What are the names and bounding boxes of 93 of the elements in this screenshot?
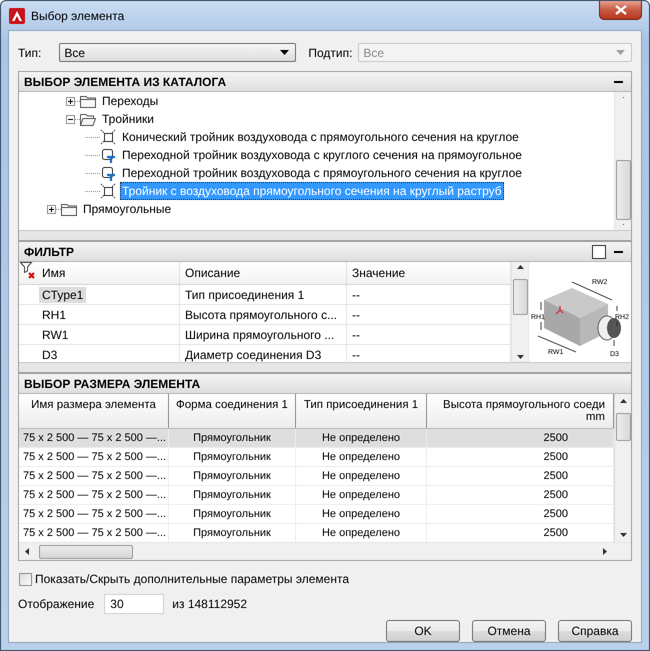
scroll-up-icon[interactable] <box>516 265 524 269</box>
splitter-handle[interactable] <box>19 362 631 372</box>
column-header[interactable]: Имя <box>19 262 180 284</box>
collapse-icon[interactable] <box>66 114 75 124</box>
column-header[interactable]: Форма соединения 1 <box>169 394 296 428</box>
scrollbar[interactable] <box>614 394 631 542</box>
table-cell-text: D3 <box>41 346 58 362</box>
folder-icon <box>80 94 96 108</box>
table-cell: Не определено <box>296 467 427 485</box>
horizontal-scrollbar[interactable] <box>19 542 631 560</box>
close-button[interactable] <box>599 1 642 20</box>
table-cell: 75 x 2 500 — 75 x 2 500 —... <box>19 429 169 447</box>
column-header[interactable]: Имя размера элемента <box>19 394 169 428</box>
subtype-label: Подтип: <box>308 46 352 60</box>
type-dropdown[interactable]: Все <box>59 43 296 62</box>
tree-item[interactable]: Переходы <box>100 92 160 110</box>
table-cell: Прямоугольник <box>169 467 296 485</box>
table-cell: 75 x 2 500 — 75 x 2 500 —... <box>19 467 169 485</box>
table-cell-text: -- <box>351 306 361 322</box>
table-cell-text: Диаметр соединения D3 <box>184 346 322 362</box>
table-row[interactable]: 75 x 2 500 — 75 x 2 500 —... Прямоугольник Не определено 2500 <box>19 486 614 505</box>
table-cell: Прямоугольник <box>169 486 296 504</box>
checkbox-label: Показать/Скрыть дополнительные параметры элемента <box>35 572 350 586</box>
table-cell: 75 x 2 500 — 75 x 2 500 —... <box>19 486 169 504</box>
splitter-handle[interactable] <box>19 230 631 240</box>
table-cell: Прямоугольник <box>169 505 296 523</box>
tree-item[interactable]: Переходной тройник воздуховода с круглого сечения на прямоугольное <box>120 146 524 164</box>
scroll-thumb[interactable] <box>39 544 133 558</box>
part-icon <box>100 129 116 145</box>
folder-icon <box>80 112 96 126</box>
scroll-right-icon[interactable] <box>603 548 607 555</box>
expand-icon[interactable] <box>66 96 75 106</box>
square-icon[interactable] <box>592 244 606 258</box>
folder-icon <box>61 202 77 216</box>
table-cell: Прямоугольник <box>169 448 296 466</box>
part-t-icon <box>100 147 116 163</box>
section-title: ВЫБОР ЭЛЕМЕНТА ИЗ КАТАЛОГА <box>24 74 228 88</box>
table-cell-text: Высота прямоугольного с... <box>184 306 338 322</box>
display-label: Отображение <box>18 597 94 611</box>
table-cell: 75 x 2 500 — 75 x 2 500 —... <box>19 448 169 466</box>
tree-item[interactable]: Прямоугольные <box>81 200 174 218</box>
table-cell-text: -- <box>351 346 361 362</box>
scroll-left-icon[interactable] <box>25 548 29 555</box>
section-title: ВЫБОР РАЗМЕРА ЭЛЕМЕНТА <box>24 376 202 390</box>
scroll-thumb[interactable] <box>513 279 528 315</box>
table-cell-text: -- <box>351 286 361 302</box>
dialog-button[interactable]: Справка <box>558 620 632 642</box>
column-header[interactable]: Высота прямоугольного соеди <box>443 399 605 411</box>
total-label: из 148112952 <box>172 597 248 611</box>
count-field[interactable]: 30 <box>104 594 164 614</box>
part-t-icon <box>100 165 116 181</box>
dialog-button[interactable]: Отмена <box>472 620 546 642</box>
scrollbar[interactable] <box>614 92 631 230</box>
section-title: ФИЛЬТР <box>24 244 76 258</box>
table-cell: Прямоугольник <box>169 429 296 447</box>
unit-label: mm <box>586 411 605 423</box>
window-title: Выбор элемента <box>31 8 124 22</box>
table-cell-text: Ширина прямоугольного ... <box>184 326 336 342</box>
scroll-down-icon[interactable] <box>516 355 524 359</box>
table-cell-text: Тип присоединения 1 <box>184 286 306 302</box>
scroll-up-icon[interactable] <box>620 399 626 403</box>
table-cell: 75 x 2 500 — 75 x 2 500 —... <box>19 505 169 523</box>
tree-item[interactable]: Конический тройник воздуховода с прямоугольного сечения на круглое <box>120 128 521 146</box>
close-icon <box>614 5 626 15</box>
column-header[interactable]: Описание <box>180 262 347 284</box>
expand-icon[interactable] <box>47 204 56 214</box>
dialog-button[interactable]: OK <box>386 620 460 642</box>
scrollbar[interactable] <box>511 262 528 362</box>
scroll-thumb[interactable] <box>616 413 631 441</box>
scroll-thumb[interactable] <box>616 160 631 220</box>
scroll-down-icon[interactable] <box>620 533 626 537</box>
type-label: Тип: <box>18 46 42 60</box>
tree-item[interactable]: Тройники <box>100 110 156 128</box>
table-cell-text: RH1 <box>41 306 68 322</box>
clear-filter-icon[interactable] <box>20 262 36 280</box>
table-cell-text: RW1 <box>41 326 70 342</box>
table-cell: CType1 <box>39 286 86 302</box>
column-header[interactable]: Тип присоединения 1 <box>296 394 427 428</box>
table-cell: Не определено <box>296 486 427 504</box>
tree-item[interactable]: Переходной тройник воздуховода с прямоугольного сечения на круглое <box>120 164 524 182</box>
table-cell: Не определено <box>296 429 427 447</box>
dropdown-arrow-icon <box>616 50 625 55</box>
table-cell: Не определено <box>296 505 427 523</box>
table-cell-text: -- <box>351 326 361 342</box>
table-row[interactable]: 75 x 2 500 — 75 x 2 500 —... Прямоугольник Не определено 2500 <box>19 505 614 524</box>
logo-icon <box>9 8 25 24</box>
table-row[interactable]: 75 x 2 500 — 75 x 2 500 —... Прямоугольник Не определено 2500 <box>19 467 614 486</box>
dropdown-arrow-icon <box>280 50 290 55</box>
table-cell: Не определено <box>296 448 427 466</box>
table-row[interactable]: 75 x 2 500 — 75 x 2 500 —... Прямоугольник Не определено 2500 <box>19 429 614 448</box>
checkbox[interactable] <box>19 572 32 586</box>
table-row[interactable]: 75 x 2 500 — 75 x 2 500 —... Прямоугольник Не определено 2500 <box>19 448 614 467</box>
part-icon <box>100 183 116 199</box>
